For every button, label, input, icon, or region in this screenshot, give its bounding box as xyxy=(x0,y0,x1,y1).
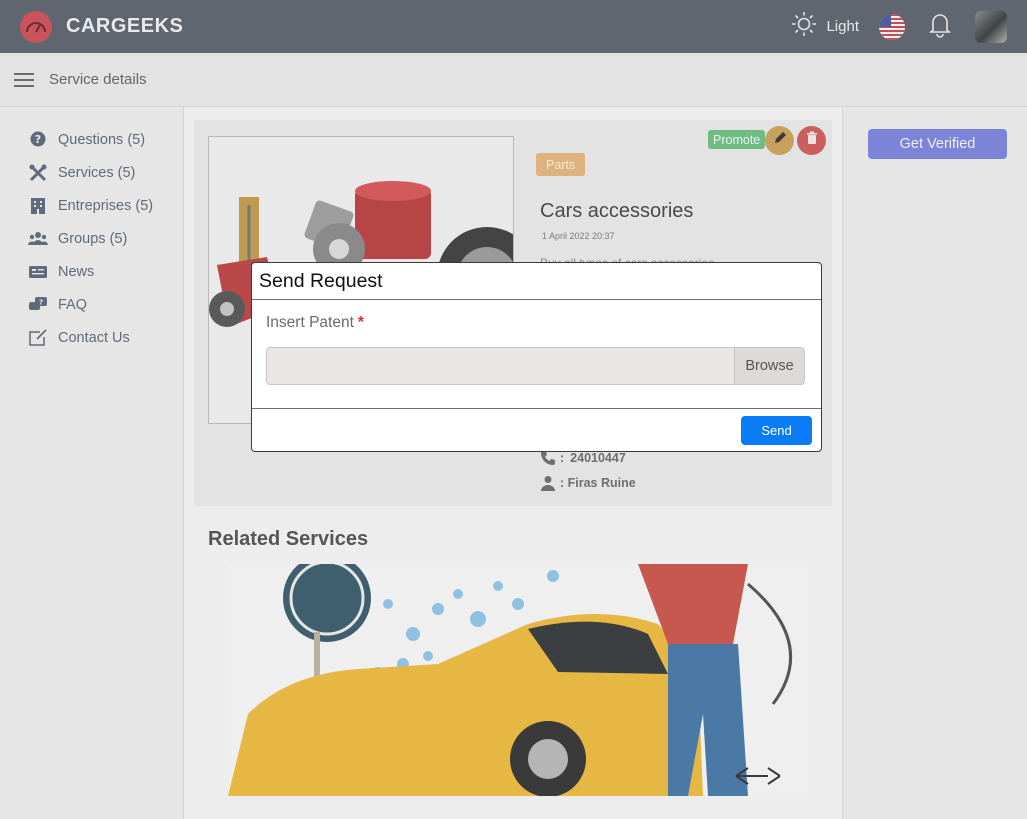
owner-row: : Firas Ruine xyxy=(540,475,636,491)
phone-number: 24010447 xyxy=(570,451,626,465)
page-header: Service details xyxy=(0,53,1027,107)
insert-patent-label: Insert Patent * xyxy=(266,314,364,332)
category-badge: Parts xyxy=(536,153,586,176)
service-date: 1 April 2022 20:37 xyxy=(542,231,615,241)
sidebar-item-label: News xyxy=(58,263,95,280)
sidebar-item-questions[interactable]: ? Questions (5) xyxy=(0,123,183,156)
sun-icon[interactable] xyxy=(790,10,818,43)
sidebar-item-entreprises[interactable]: Entreprises (5) xyxy=(0,189,183,222)
svg-text:?: ? xyxy=(39,298,43,306)
file-name-field[interactable] xyxy=(267,348,734,384)
field-label-text: Insert Patent xyxy=(266,314,354,331)
sidebar-item-label: FAQ xyxy=(58,296,88,313)
top-navbar: CARGEEKS Light xyxy=(0,0,1027,53)
building-icon xyxy=(28,197,48,215)
svg-text:?: ? xyxy=(35,133,41,146)
edit-button[interactable] xyxy=(765,126,794,155)
get-verified-button[interactable]: Get Verified xyxy=(868,129,1007,159)
newspaper-icon xyxy=(28,263,48,281)
sidebar-item-contact-us[interactable]: Contact Us xyxy=(0,321,183,354)
browse-button[interactable]: Browse xyxy=(734,348,804,384)
service-title: Cars accessories xyxy=(540,200,694,222)
promote-button[interactable]: Promote xyxy=(708,130,766,149)
user-icon xyxy=(540,475,556,491)
related-service-carousel[interactable] xyxy=(228,564,808,796)
sidebar-item-services[interactable]: Services (5) xyxy=(0,156,183,189)
owner-name: : Firas Ruine xyxy=(560,476,636,490)
sidebar-item-faq[interactable]: ? FAQ xyxy=(0,288,183,321)
delete-button[interactable] xyxy=(797,126,826,155)
phone-separator: : xyxy=(560,451,565,465)
modal-footer: Send xyxy=(252,409,821,451)
modal-body: Insert Patent * Browse xyxy=(252,300,821,409)
page-title: Service details xyxy=(49,71,147,88)
users-icon xyxy=(28,230,48,248)
sidebar-item-label: Groups (5) xyxy=(58,230,128,247)
related-services-title: Related Services xyxy=(208,528,369,550)
right-panel: Get Verified xyxy=(842,107,1027,819)
sidebar-item-label: Entreprises (5) xyxy=(58,197,154,214)
patent-file-input[interactable]: Browse xyxy=(266,347,805,385)
chat-question-icon: ? xyxy=(28,296,48,314)
send-button[interactable]: Send xyxy=(741,416,812,445)
bell-icon[interactable] xyxy=(927,10,953,43)
sidebar-item-groups[interactable]: Groups (5) xyxy=(0,222,183,255)
tools-icon xyxy=(28,164,48,182)
question-circle-icon: ? xyxy=(28,131,48,149)
phone-icon xyxy=(540,450,556,466)
required-marker: * xyxy=(357,314,364,331)
sidebar-item-label: Services (5) xyxy=(58,164,136,181)
pencil-icon xyxy=(772,130,788,151)
sidebar-item-label: Questions (5) xyxy=(58,131,146,148)
send-request-modal: Send Request Insert Patent * Browse Send xyxy=(251,262,822,452)
us-flag-icon[interactable] xyxy=(879,13,905,40)
trash-icon xyxy=(804,130,820,151)
edit-box-icon xyxy=(28,328,48,347)
menu-icon[interactable] xyxy=(14,72,34,87)
phone-row: : 24010447 xyxy=(540,450,626,466)
theme-toggle-label[interactable]: Light xyxy=(826,18,859,35)
modal-title: Send Request xyxy=(252,263,821,300)
speedometer-logo-icon[interactable] xyxy=(20,10,52,43)
sidebar-item-news[interactable]: News xyxy=(0,255,183,288)
sidebar-item-label: Contact Us xyxy=(58,329,130,346)
user-avatar[interactable] xyxy=(975,10,1007,43)
sidebar: ? Questions (5) Services (5) Entreprises… xyxy=(0,107,184,819)
app-name[interactable]: CARGEEKS xyxy=(66,15,183,38)
